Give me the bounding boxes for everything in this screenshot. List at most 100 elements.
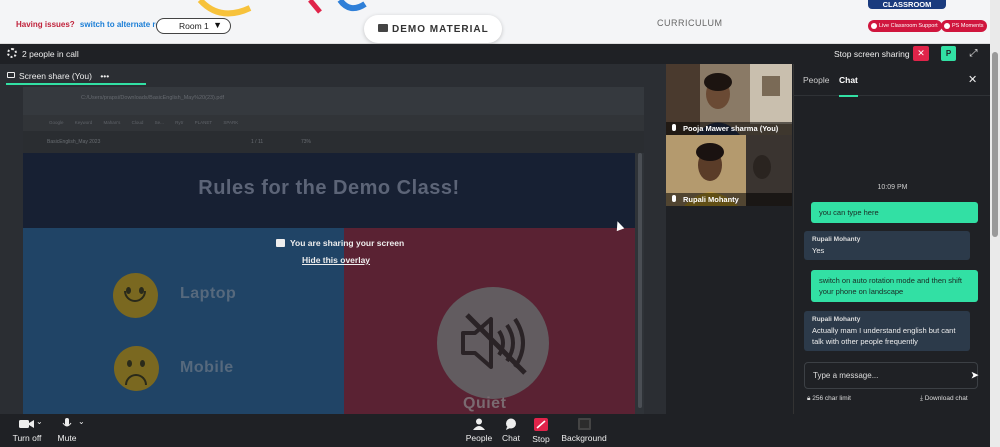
curriculum-tab[interactable]: CURRICULUM bbox=[657, 18, 723, 28]
video-camera-icon bbox=[19, 420, 34, 428]
plus-icon bbox=[944, 23, 950, 29]
bookmarks-bar: Google Keyword Mahan's Cloud Se... Rytr … bbox=[23, 115, 644, 131]
mic-icon bbox=[672, 195, 676, 202]
chevron-down-icon[interactable]: ⌄ bbox=[36, 417, 43, 426]
quiet-label: Quiet bbox=[463, 395, 507, 412]
background-icon bbox=[577, 418, 591, 430]
mute-button[interactable]: Mute bbox=[54, 418, 80, 443]
chat-message-out: switch on auto rotation mode and then sh… bbox=[811, 270, 978, 302]
ps-moments-button[interactable]: PS Moments bbox=[941, 20, 988, 32]
stop-share-label: Stop bbox=[532, 434, 550, 444]
video-name-student: Rupali Mohanty bbox=[683, 195, 739, 204]
chat-message-out: you can type here bbox=[811, 202, 978, 223]
pdf-zoom: 73% bbox=[301, 139, 312, 145]
mute-label: Mute bbox=[57, 433, 77, 443]
background-button[interactable]: Background bbox=[561, 418, 607, 443]
mute-speaker-icon bbox=[437, 287, 549, 399]
close-icon[interactable]: ✕ bbox=[968, 73, 977, 86]
video-nametag-student: Rupali Mohanty bbox=[666, 193, 792, 206]
sad-face-icon bbox=[114, 346, 159, 391]
chat-message-in: Rupali Mohanty Actually mam I understand… bbox=[804, 311, 970, 351]
lock-icon: 🔒︎ bbox=[807, 395, 811, 402]
live-support-label: Live Classroom Support bbox=[879, 23, 938, 29]
chat-message-text: switch on auto rotation mode and then sh… bbox=[819, 276, 963, 296]
stop-share-icon bbox=[534, 418, 548, 431]
happy-face-icon bbox=[113, 273, 158, 318]
page-scrollbar[interactable] bbox=[990, 0, 1000, 447]
chat-input-placeholder: Type a message... bbox=[813, 371, 879, 380]
chat-message-input[interactable]: Type a message... ➤ bbox=[804, 362, 979, 389]
live-support-button[interactable]: Live Classroom Support bbox=[868, 20, 942, 32]
gear-icon[interactable] bbox=[7, 48, 17, 58]
pdf-toolbar: BasicEnglish_May 2023 1 / 11 73% bbox=[23, 131, 644, 153]
chat-message-text: Actually mam I understand english but ca… bbox=[812, 326, 956, 346]
browser-url: C:/Users/prapsi/Downloads/BasicEnglish_M… bbox=[81, 95, 225, 101]
top-bar: Having issues? switch to alternate room … bbox=[0, 0, 1000, 44]
issues-notice: Having issues? switch to alternate room bbox=[16, 20, 172, 29]
chat-message-text: you can type here bbox=[819, 208, 879, 217]
plus-icon bbox=[871, 23, 877, 29]
char-limit: 🔒︎ 256 char limit bbox=[807, 395, 851, 403]
chat-sender: Rupali Mohanty bbox=[812, 316, 861, 323]
chat-message-text: Yes bbox=[812, 246, 825, 255]
room-select-value: Room 1 bbox=[179, 21, 209, 31]
download-icon: ⤓ bbox=[920, 395, 923, 402]
slide-title: Rules for the Demo Class! bbox=[198, 177, 460, 199]
screen-share-icon bbox=[276, 239, 285, 247]
decorative-swoosh bbox=[197, 0, 367, 17]
people-label: People bbox=[465, 433, 493, 443]
slide-left-panel bbox=[23, 228, 344, 414]
tab-chat[interactable]: Chat bbox=[839, 75, 858, 97]
chat-label: Chat bbox=[502, 433, 520, 443]
bottom-controls: Turn off ⌄ Mute ⌄ People Chat Stop Backg… bbox=[0, 414, 990, 447]
background-label: Background bbox=[561, 433, 607, 443]
caret-down-icon: ▼ bbox=[213, 20, 222, 30]
laptop-label: Laptop bbox=[180, 285, 237, 302]
shared-screen: C:/Users/prapsi/Downloads/BasicEnglish_M… bbox=[23, 87, 644, 414]
chat-sender: Rupali Mohanty bbox=[812, 236, 861, 243]
pdf-name: BasicEnglish_May 2023 bbox=[47, 139, 101, 145]
pdf-page: 1 / 11 bbox=[251, 139, 264, 145]
sharing-overlay-text: You are sharing your screen bbox=[290, 238, 405, 248]
download-chat-button[interactable]: ⤓ Download chat bbox=[920, 395, 968, 403]
tab-people[interactable]: People bbox=[803, 75, 829, 85]
scrollbar-thumb[interactable] bbox=[992, 52, 998, 237]
download-chat-label: Download chat bbox=[924, 395, 968, 402]
video-column-empty bbox=[666, 206, 792, 414]
pdf-scrollbar bbox=[638, 153, 642, 408]
video-nametag-self: Pooja Mawer sharma (You) bbox=[666, 122, 792, 135]
demo-material-button[interactable]: DEMO MATERIAL bbox=[364, 15, 502, 43]
video-tile-student[interactable]: Rupali Mohanty bbox=[666, 135, 792, 206]
participant-badge[interactable]: P bbox=[941, 46, 956, 61]
video-tile-self[interactable]: Pooja Mawer sharma (You) bbox=[666, 64, 792, 135]
hide-overlay-link[interactable]: Hide this overlay bbox=[302, 255, 370, 265]
sharing-overlay-message: You are sharing your screen bbox=[276, 238, 404, 248]
room-select[interactable]: Room 1 ▼ bbox=[156, 18, 231, 34]
person-icon bbox=[473, 418, 485, 430]
chat-tabs: People Chat ✕ bbox=[794, 64, 991, 97]
char-limit-text: 256 char limit bbox=[812, 395, 851, 402]
chat-message-in: Rupali Mohanty Yes bbox=[804, 231, 970, 260]
screen-share-stage: Screen share (You) ••• C:/Users/prapsi/D… bbox=[0, 64, 666, 414]
call-header: 2 people in call Stop screen sharing ✕ P… bbox=[0, 44, 990, 64]
issues-text: Having issues? bbox=[16, 20, 75, 29]
screen-icon bbox=[7, 72, 15, 78]
stop-sharing-label[interactable]: Stop screen sharing bbox=[834, 49, 910, 59]
demo-material-label: DEMO MATERIAL bbox=[392, 24, 489, 35]
more-options-icon[interactable]: ••• bbox=[100, 71, 109, 81]
mic-icon bbox=[672, 124, 676, 131]
stop-sharing-button[interactable]: ✕ bbox=[913, 46, 929, 61]
chevron-down-icon[interactable]: ⌄ bbox=[78, 417, 85, 426]
screen-share-tab[interactable]: Screen share (You) ••• bbox=[6, 69, 146, 85]
screen-share-tab-label: Screen share (You) bbox=[19, 71, 92, 81]
chat-button[interactable]: Chat bbox=[500, 418, 522, 443]
stop-share-button[interactable]: Stop bbox=[530, 418, 552, 444]
chat-timestamp: 10:09 PM bbox=[877, 184, 908, 191]
send-icon[interactable]: ➤ bbox=[971, 370, 979, 381]
mobile-label: Mobile bbox=[180, 359, 234, 376]
people-button[interactable]: People bbox=[465, 418, 493, 443]
chat-bubble-icon bbox=[506, 418, 516, 430]
fullscreen-icon[interactable]: ⤢ bbox=[967, 47, 980, 60]
folder-icon bbox=[378, 24, 388, 32]
video-name-self: Pooja Mawer sharma (You) bbox=[683, 124, 779, 133]
